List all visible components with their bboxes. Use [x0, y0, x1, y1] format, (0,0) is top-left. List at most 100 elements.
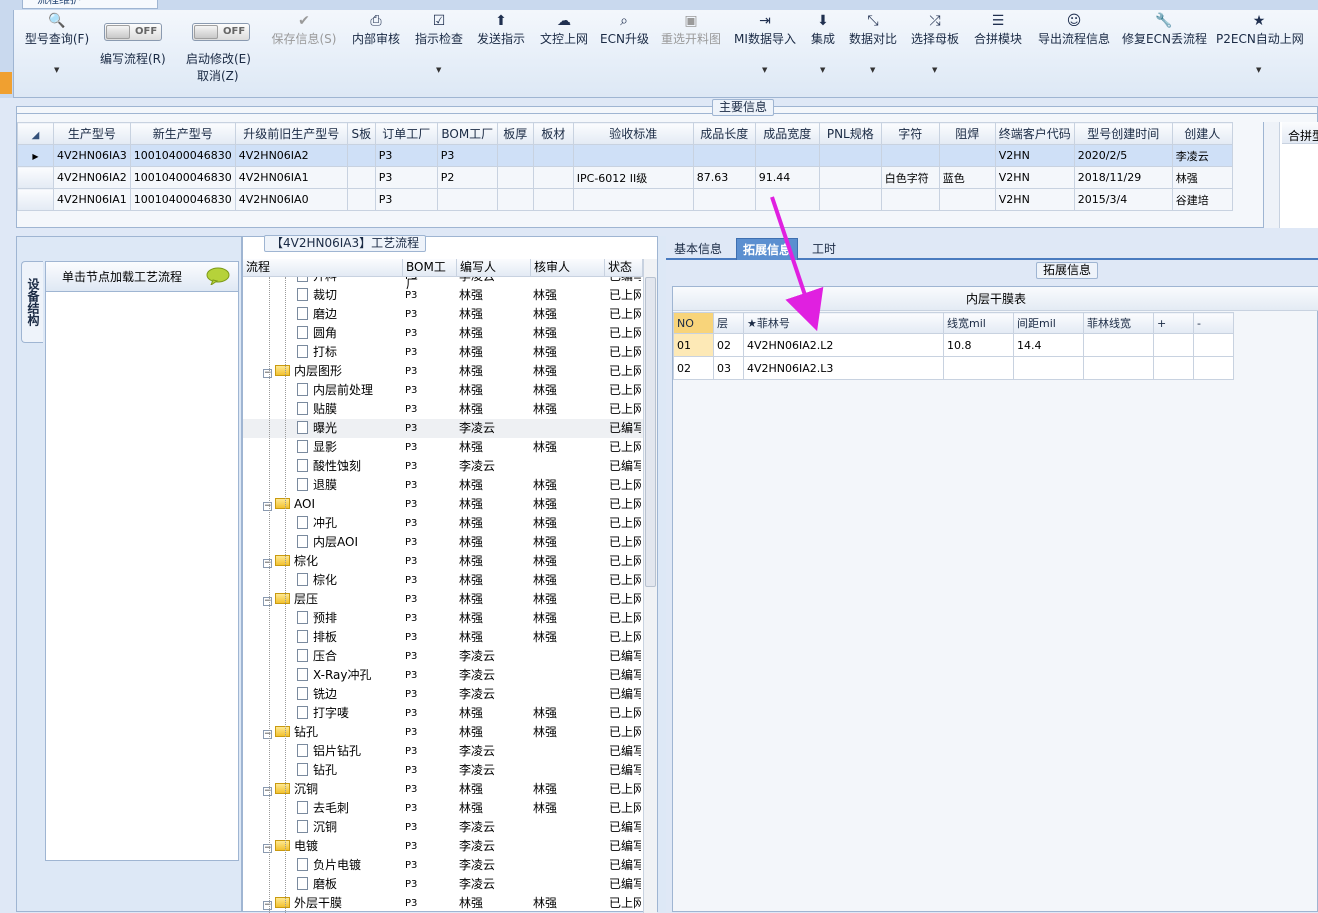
tree-node[interactable]: 棕化	[297, 571, 337, 590]
table-cell[interactable]	[532, 144, 574, 167]
tree-node[interactable]: 冲孔	[297, 514, 337, 533]
table-cell[interactable]	[1153, 356, 1194, 380]
tree-row[interactable]: 贴膜 P3 林强 林强 已上网	[243, 400, 643, 419]
tree-row[interactable]: 酸性蚀刻 P3 李凌云 已编写	[243, 457, 643, 476]
table-row[interactable]: 4V2HN06IA2 10010400046830 4V2HN06IA1 P3 P2 IP…	[17, 166, 1233, 189]
toolbar-button-9[interactable]: ⬇ 集成 ▼	[806, 12, 840, 84]
table-cell[interactable]: 4V2HN06IA1	[53, 188, 131, 211]
table-cell[interactable]: 10010400046830	[129, 188, 236, 211]
table-cell[interactable]: 02	[713, 333, 744, 357]
tree-row[interactable]: 钻孔 P3 李凌云 已编写	[243, 761, 643, 780]
table-cell[interactable]	[346, 144, 376, 167]
tree-row[interactable]: 预排 P3 林强 林强 已上网	[243, 609, 643, 628]
tree-row[interactable]: X-Ray冲孔 P3 李凌云 已编写	[243, 666, 643, 685]
tree-row[interactable]: − AOI P3 林强 林强 已上网	[243, 495, 643, 514]
table-cell[interactable]: 87.63	[692, 166, 756, 189]
table-cell[interactable]: 4V2HN06IA3	[53, 144, 131, 167]
collapse-icon[interactable]: −	[263, 559, 272, 568]
main-col-header[interactable]: S板	[346, 122, 376, 145]
tree-row[interactable]: 沉铜 P3 李凌云 已编写	[243, 818, 643, 837]
tree-row[interactable]: 打字唛 P3 林强 林强 已上网	[243, 704, 643, 723]
toolbar-button-8[interactable]: ⇥ MI数据导入 ▼	[732, 12, 798, 84]
device-structure-tab[interactable]: 设备结构	[21, 261, 43, 343]
tree-node[interactable]: 圆角	[297, 324, 337, 343]
tree-node[interactable]: 酸性蚀刻	[297, 457, 361, 476]
toolbar-button-12[interactable]: ☰ 合拼模块	[972, 12, 1024, 84]
dry-film-col-header[interactable]: 层	[713, 312, 744, 334]
tree-row[interactable]: − 电镀 P3 李凌云 已编写	[243, 837, 643, 856]
tree-node[interactable]: − 内层图形	[263, 362, 342, 381]
table-cell[interactable]	[496, 188, 534, 211]
tree-node[interactable]: − 钻孔	[263, 723, 318, 742]
table-cell[interactable]: 2020/2/5	[1073, 144, 1173, 167]
table-cell[interactable]: 03	[713, 356, 744, 380]
tree-row[interactable]: 退膜 P3 林强 林强 已上网	[243, 476, 643, 495]
tree-row[interactable]: 磨边 P3 林强 林强 已上网	[243, 305, 643, 324]
tree-node[interactable]: 裁切	[297, 286, 337, 305]
collapse-icon[interactable]: −	[263, 597, 272, 606]
tree-node[interactable]: 压合	[297, 647, 337, 666]
tree-row[interactable]: 冲孔 P3 林强 林强 已上网	[243, 514, 643, 533]
tree-row[interactable]: 铝片钻孔 P3 李凌云 已编写	[243, 742, 643, 761]
table-cell[interactable]: 4V2HN06IA1	[234, 166, 348, 189]
tree-node[interactable]: 贴膜	[297, 400, 337, 419]
tree-node[interactable]: − 沉铜	[263, 780, 318, 799]
main-col-header[interactable]: 升级前旧生产型号	[234, 122, 348, 145]
table-cell[interactable]	[1193, 356, 1234, 380]
row-indicator[interactable]	[17, 166, 54, 189]
table-cell[interactable]: 14.4	[1013, 333, 1084, 357]
row-indicator[interactable]: ▶	[17, 144, 54, 167]
table-row[interactable]: 4V2HN06IA1 10010400046830 4V2HN06IA0 P3 V2HN…	[17, 188, 1233, 211]
table-cell[interactable]: 01	[673, 333, 714, 357]
table-cell[interactable]	[496, 166, 534, 189]
tree-scrollbar[interactable]	[643, 259, 657, 913]
collapse-icon[interactable]: −	[263, 730, 272, 739]
toolbar-button-0[interactable]: 🔍 型号查询(F) ▼	[22, 12, 92, 84]
tree-node[interactable]: 打标	[297, 343, 337, 362]
toolbar-button-5[interactable]: ☁ 文控上网	[538, 12, 590, 84]
tree-node[interactable]: − 外层干膜	[263, 894, 342, 913]
tree-row[interactable]: 圆角 P3 林强 林强 已上网	[243, 324, 643, 343]
tab-extension-info[interactable]: 拓展信息	[736, 238, 799, 260]
main-col-header[interactable]: 成品长度	[692, 122, 756, 145]
main-col-header[interactable]: 阻焊	[938, 122, 996, 145]
main-col-header[interactable]: 板材	[532, 122, 574, 145]
table-cell[interactable]: 蓝色	[938, 166, 996, 189]
table-cell[interactable]: P3	[374, 144, 438, 167]
cancel-label[interactable]: 取消(Z)	[197, 67, 239, 84]
toolbar-button-2[interactable]: ⎙ 内部审核	[350, 12, 402, 84]
write-process-toggle[interactable]: OFF	[104, 23, 162, 41]
table-row[interactable]: 02 03 4V2HN06IA2.L3	[673, 356, 1234, 380]
col-bom[interactable]: BOM工厂	[403, 259, 457, 291]
start-modify-toggle[interactable]: OFF	[192, 23, 250, 41]
table-cell[interactable]: 谷建培	[1171, 188, 1233, 211]
tree-node[interactable]: X-Ray冲孔	[297, 666, 371, 685]
table-cell[interactable]: 2018/11/29	[1073, 166, 1173, 189]
tree-node[interactable]: 开料	[297, 277, 337, 286]
tab-basic-info[interactable]: 基本信息	[668, 238, 728, 260]
table-cell[interactable]: 4V2HN06IA2	[53, 166, 131, 189]
table-cell[interactable]: 4V2HN06IA2.L2	[743, 333, 944, 357]
vertical-splitter[interactable]	[658, 236, 666, 912]
tree-node[interactable]: − 层压	[263, 590, 318, 609]
tree-node[interactable]: 内层前处理	[297, 381, 373, 400]
table-cell[interactable]	[943, 356, 1014, 380]
tree-node[interactable]: 铣边	[297, 685, 337, 704]
table-cell[interactable]: 4V2HN06IA0	[234, 188, 348, 211]
scroll-thumb[interactable]	[645, 277, 656, 587]
col-writer[interactable]: 编写人	[457, 259, 531, 277]
collapse-icon[interactable]: −	[263, 901, 272, 910]
main-col-header[interactable]: 订单工厂	[374, 122, 438, 145]
main-col-header[interactable]: PNL规格	[818, 122, 882, 145]
table-cell[interactable]	[938, 144, 996, 167]
main-col-header[interactable]: 创建人	[1171, 122, 1233, 145]
tab-work-hours[interactable]: 工时	[806, 238, 842, 260]
collapse-icon[interactable]: −	[263, 787, 272, 796]
tree-row[interactable]: 内层前处理 P3 林强 林强 已上网	[243, 381, 643, 400]
tree-row[interactable]: 棕化 P3 林强 林强 已上网	[243, 571, 643, 590]
table-cell[interactable]	[346, 188, 376, 211]
toolbar-button-1[interactable]: ✔ 保存信息(S)	[268, 12, 340, 84]
table-cell[interactable]	[1153, 333, 1194, 357]
table-cell[interactable]	[572, 188, 694, 211]
tree-row[interactable]: 裁切 P3 林强 林强 已上网	[243, 286, 643, 305]
